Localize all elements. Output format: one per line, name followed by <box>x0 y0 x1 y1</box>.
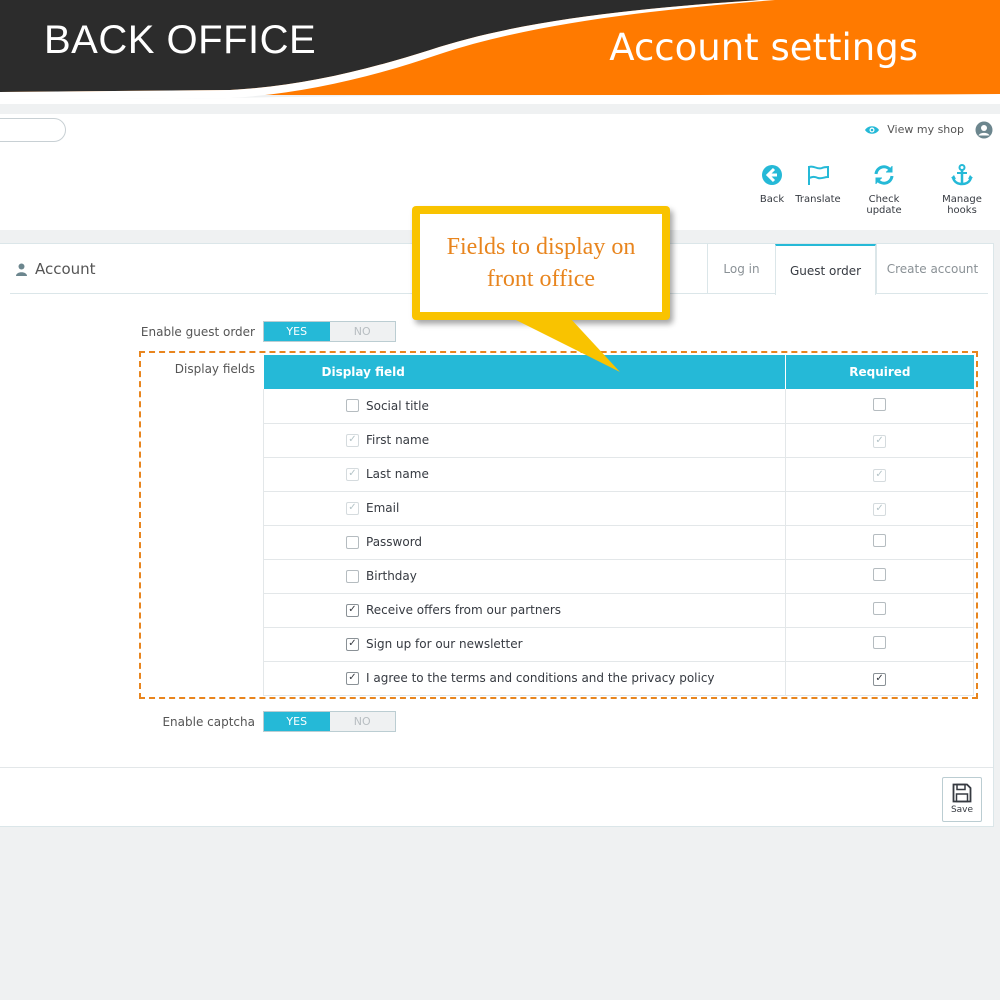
captcha-yes[interactable]: YES <box>264 712 330 731</box>
callout-pointer <box>512 318 620 372</box>
eye-icon <box>865 125 880 134</box>
tab-create-account[interactable]: Create account <box>876 244 988 294</box>
back-circle-icon <box>762 165 782 185</box>
guest-order-switch[interactable]: YES NO <box>263 321 396 342</box>
tab-guest-order[interactable]: Guest order <box>775 244 876 295</box>
user-account-icon[interactable] <box>975 121 993 139</box>
save-button[interactable]: Save <box>942 777 982 822</box>
back-button[interactable]: Back <box>758 164 786 205</box>
view-my-shop-label: View my shop <box>887 123 964 136</box>
panel-title-text: Account <box>35 260 96 278</box>
translate-label: Translate <box>795 194 841 205</box>
user-icon <box>16 263 27 276</box>
captcha-switch[interactable]: YES NO <box>263 711 396 732</box>
callout-box: Fields to display on front office <box>412 206 670 320</box>
refresh-icon <box>874 165 894 185</box>
back-label: Back <box>759 194 785 205</box>
check-update-button[interactable]: Check update <box>850 164 918 216</box>
save-label: Save <box>950 805 974 815</box>
banner: BACK OFFICE Account settings <box>0 0 1000 110</box>
banner-right-title: Account settings <box>609 26 918 69</box>
search-input[interactable] <box>0 118 66 142</box>
panel-footer-divider <box>0 767 993 768</box>
guest-order-yes[interactable]: YES <box>264 322 330 341</box>
enable-guest-order-label: Enable guest order <box>140 325 255 339</box>
captcha-no[interactable]: NO <box>330 712 396 731</box>
enable-captcha-label: Enable captcha <box>162 715 255 729</box>
floppy-disk-icon <box>952 783 972 803</box>
view-my-shop-link[interactable]: View my shop <box>864 123 964 136</box>
banner-left-title: BACK OFFICE <box>44 18 317 62</box>
manage-hooks-button[interactable]: Manage hooks <box>926 164 998 216</box>
manage-hooks-label: Manage hooks <box>942 194 982 216</box>
translate-button[interactable]: Translate <box>793 164 843 205</box>
anchor-icon <box>951 164 973 186</box>
guest-order-no[interactable]: NO <box>330 322 396 341</box>
panel-title: Account <box>16 260 96 278</box>
flag-icon <box>808 165 829 185</box>
tab-log-in[interactable]: Log in <box>707 244 775 294</box>
highlight-frame <box>139 351 978 699</box>
callout-text: Fields to display on front office <box>420 214 662 312</box>
check-update-label: Check update <box>866 194 902 216</box>
